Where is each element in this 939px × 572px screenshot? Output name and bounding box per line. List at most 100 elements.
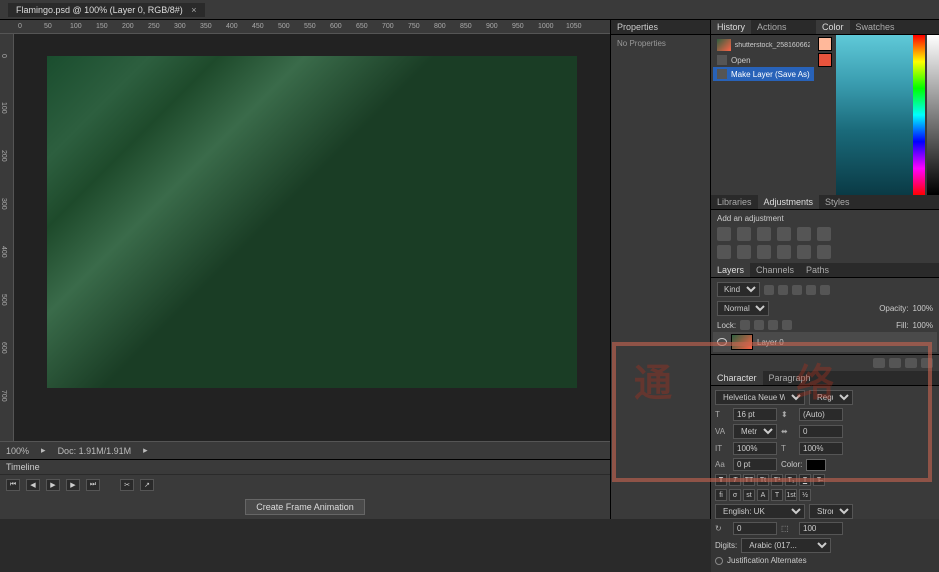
play-icon[interactable]: ▶: [46, 479, 60, 491]
create-frame-animation-button[interactable]: Create Frame Animation: [245, 499, 365, 515]
swatches-tab[interactable]: Swatches: [850, 20, 901, 34]
layers-tab[interactable]: Layers: [711, 263, 750, 277]
background-color[interactable]: [818, 53, 832, 67]
next-frame-icon[interactable]: ▶: [66, 479, 80, 491]
opentype-icon[interactable]: fi: [715, 489, 727, 501]
filter-smart-icon[interactable]: [820, 285, 830, 295]
chevron-right-icon[interactable]: ▸: [41, 445, 46, 456]
invert-icon[interactable]: [797, 245, 811, 259]
char-zoom-input[interactable]: [799, 522, 843, 535]
digits-select[interactable]: Arabic (017...: [741, 538, 831, 553]
close-icon[interactable]: ×: [191, 5, 196, 15]
opacity-value[interactable]: 100%: [913, 304, 933, 313]
filter-shape-icon[interactable]: [806, 285, 816, 295]
color-field[interactable]: [836, 35, 913, 195]
curves-icon[interactable]: [757, 227, 771, 241]
vscale-input[interactable]: [733, 442, 777, 455]
opentype-icon[interactable]: A: [757, 489, 769, 501]
goto-first-icon[interactable]: ⏮: [6, 479, 20, 491]
fill-value[interactable]: 100%: [913, 321, 933, 330]
styles-tab[interactable]: Styles: [819, 195, 856, 209]
character-tab[interactable]: Character: [711, 371, 763, 385]
brightness-icon[interactable]: [717, 227, 731, 241]
layer-name[interactable]: Layer 0: [757, 338, 784, 347]
zoom-level[interactable]: 100%: [6, 446, 29, 456]
posterize-icon[interactable]: [817, 245, 831, 259]
exposure-icon[interactable]: [777, 227, 791, 241]
vibrance-icon[interactable]: [797, 227, 811, 241]
justification-checkbox[interactable]: [715, 557, 723, 565]
photo-filter-icon[interactable]: [737, 245, 751, 259]
channel-mixer-icon[interactable]: [757, 245, 771, 259]
layer-filter-select[interactable]: Kind: [717, 282, 760, 297]
properties-tab[interactable]: Properties: [611, 20, 710, 35]
transition-icon[interactable]: ↗: [140, 479, 154, 491]
canvas-viewport[interactable]: [14, 34, 610, 441]
opentype-icon[interactable]: T: [771, 489, 783, 501]
value-slider[interactable]: [927, 35, 939, 195]
italic-button[interactable]: T: [729, 474, 741, 486]
superscript-button[interactable]: T¹: [771, 474, 783, 486]
subscript-button[interactable]: T₁: [785, 474, 797, 486]
hscale-input[interactable]: [799, 442, 843, 455]
language-select[interactable]: English: UK: [715, 504, 805, 519]
history-tab[interactable]: History: [711, 20, 751, 34]
adjustments-tab[interactable]: Adjustments: [758, 195, 820, 209]
opentype-icon[interactable]: σ: [729, 489, 741, 501]
color-tab[interactable]: Color: [816, 20, 850, 34]
lut-icon[interactable]: [777, 245, 791, 259]
history-snapshot[interactable]: shutterstock_258160662.jpg: [713, 37, 814, 53]
lock-transparent-icon[interactable]: [740, 320, 750, 330]
lock-image-icon[interactable]: [754, 320, 764, 330]
text-color-swatch[interactable]: [806, 459, 826, 471]
strikethrough-button[interactable]: T̶: [813, 474, 825, 486]
actions-tab[interactable]: Actions: [751, 20, 793, 34]
photo-canvas[interactable]: [47, 56, 577, 388]
filter-pixel-icon[interactable]: [764, 285, 774, 295]
history-item[interactable]: Open: [713, 53, 814, 67]
bw-icon[interactable]: [717, 245, 731, 259]
panel-icon[interactable]: [921, 358, 933, 368]
filter-adjust-icon[interactable]: [778, 285, 788, 295]
channels-tab[interactable]: Channels: [750, 263, 800, 277]
panel-icon[interactable]: [889, 358, 901, 368]
foreground-color[interactable]: [818, 37, 832, 51]
tracking-input[interactable]: [799, 425, 843, 438]
opentype-icon[interactable]: ½: [799, 489, 811, 501]
timeline-tab[interactable]: Timeline: [0, 460, 610, 475]
underline-button[interactable]: T: [799, 474, 811, 486]
panel-icon[interactable]: [905, 358, 917, 368]
goto-last-icon[interactable]: ⏭: [86, 479, 100, 491]
document-tab[interactable]: Flamingo.psd @ 100% (Layer 0, RGB/8#) ×: [8, 3, 205, 17]
opentype-icon[interactable]: st: [743, 489, 755, 501]
allcaps-button[interactable]: TT: [743, 474, 755, 486]
bold-button[interactable]: T: [715, 474, 727, 486]
font-size-input[interactable]: [733, 408, 777, 421]
levels-icon[interactable]: [737, 227, 751, 241]
lock-position-icon[interactable]: [768, 320, 778, 330]
scissors-icon[interactable]: ✂: [120, 479, 134, 491]
baseline-input[interactable]: [733, 458, 777, 471]
kerning-select[interactable]: Metrics: [733, 424, 777, 439]
filter-type-icon[interactable]: [792, 285, 802, 295]
chevron-right-icon[interactable]: ▸: [143, 445, 148, 456]
opentype-icon[interactable]: 1st: [785, 489, 797, 501]
panel-icon[interactable]: [873, 358, 885, 368]
visibility-icon[interactable]: [717, 338, 727, 346]
paths-tab[interactable]: Paths: [800, 263, 835, 277]
leading-input[interactable]: [799, 408, 843, 421]
hue-icon[interactable]: [817, 227, 831, 241]
font-style-select[interactable]: Regular: [809, 390, 853, 405]
font-family-select[interactable]: Helvetica Neue W...: [715, 390, 805, 405]
history-item[interactable]: Make Layer (Save As): [713, 67, 814, 81]
prev-frame-icon[interactable]: ◀: [26, 479, 40, 491]
paragraph-tab[interactable]: Paragraph: [763, 371, 817, 385]
smallcaps-button[interactable]: Tt: [757, 474, 769, 486]
blend-mode-select[interactable]: Normal: [717, 301, 769, 316]
libraries-tab[interactable]: Libraries: [711, 195, 758, 209]
layer-item[interactable]: Layer 0: [713, 332, 937, 352]
hue-slider[interactable]: [913, 35, 925, 195]
antialiasing-select[interactable]: Strong: [809, 504, 853, 519]
rotate-input[interactable]: [733, 522, 777, 535]
lock-all-icon[interactable]: [782, 320, 792, 330]
